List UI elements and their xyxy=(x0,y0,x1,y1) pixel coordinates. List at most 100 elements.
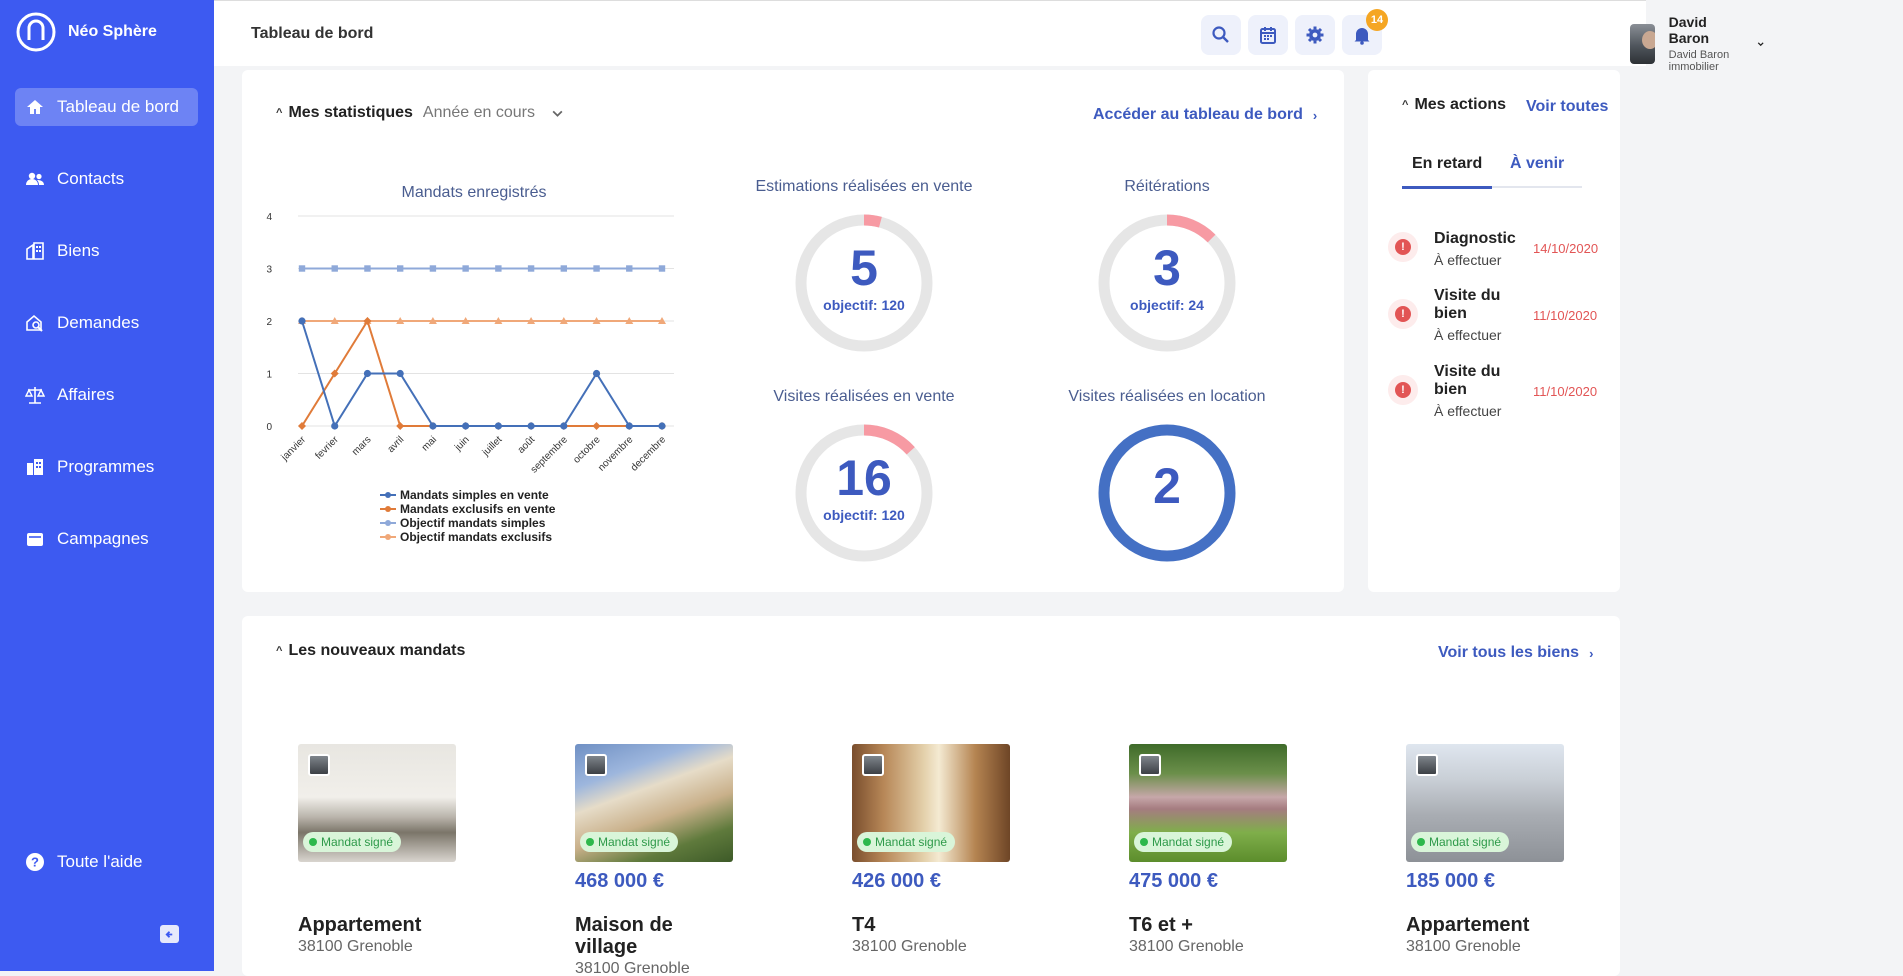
kpi-title: Visites réalisées en vente xyxy=(773,388,955,405)
legend-label: Objectif mandats exclusifs xyxy=(400,530,553,544)
kpi-title: Réitérations xyxy=(1124,178,1210,195)
sidebar-item-contacts[interactable]: Contacts xyxy=(15,160,198,198)
user-name: David Baron xyxy=(1668,14,1710,46)
gear-icon xyxy=(1306,26,1324,44)
user-agency: David Baron immobilier xyxy=(1668,49,1730,73)
calendar-button[interactable] xyxy=(1248,15,1288,55)
property-city: 38100 Grenoble xyxy=(852,938,967,955)
property-card[interactable]: Mandat signé 185 000 € Appartement 38100… xyxy=(1406,744,1626,955)
property-type: Maison de village xyxy=(575,914,673,958)
property-card[interactable]: Mandat signé 475 000 € T6 et + 38100 Gre… xyxy=(1129,744,1349,955)
kpi-gauge[interactable]: 3 objectif: 24 xyxy=(1097,213,1237,353)
logo-icon xyxy=(16,12,56,52)
property-price: 426 000 € xyxy=(852,870,941,892)
property-price: 468 000 € xyxy=(575,870,664,892)
actions-header[interactable]: ^ Mes actions xyxy=(1402,96,1506,114)
home-icon xyxy=(27,100,43,114)
data-point xyxy=(658,422,666,430)
legend-label: Mandats simples en vente xyxy=(400,488,549,502)
data-point xyxy=(592,369,601,378)
agent-avatar xyxy=(1416,754,1438,776)
kpi-value: 16 xyxy=(836,450,892,506)
mandates-header[interactable]: ^ Les nouveaux mandats xyxy=(276,642,465,660)
kpi-value: 2 xyxy=(1153,458,1181,514)
sidebar-item-demandes[interactable]: Demandes xyxy=(15,304,198,342)
x-tick-label: octobre xyxy=(571,434,603,466)
view-all-properties-link[interactable]: Voir tous les biens › xyxy=(1438,644,1593,662)
agent-avatar xyxy=(862,754,884,776)
actions-tabs: En retard À venir xyxy=(1402,154,1582,189)
x-tick-label: avril xyxy=(386,434,407,455)
sidebar-item-dashboard[interactable]: Tableau de bord xyxy=(15,88,198,126)
sidebar-item-programmes[interactable]: Programmes xyxy=(15,448,198,486)
property-type: Appartement xyxy=(1406,914,1530,936)
sidebar-item-biens[interactable]: Biens xyxy=(15,232,198,270)
statistics-header[interactable]: ^ Mes statistiques Année en cours xyxy=(276,104,564,122)
sidebar-item-campagnes[interactable]: Campagnes xyxy=(15,520,198,558)
property-photo: Mandat signé xyxy=(1129,744,1287,862)
data-point xyxy=(331,265,338,272)
user-menu[interactable]: David Baron David Baron immobilier xyxy=(1630,14,1764,73)
kpi-objective: objectif: 120 xyxy=(823,507,905,523)
data-point xyxy=(560,422,568,430)
action-status: À effectuer xyxy=(1434,252,1502,268)
statistics-title: Mes statistiques xyxy=(288,104,413,121)
chart-title: Mandats enregistrés xyxy=(401,184,547,201)
status-badge: Mandat signé xyxy=(303,832,402,852)
notifications-button[interactable]: 14 xyxy=(1342,9,1388,55)
kpi-gauge[interactable]: 5 objectif: 120 xyxy=(794,213,934,353)
legend-item[interactable]: Mandats simples en vente xyxy=(380,488,555,502)
sidebar-item-label: Affaires xyxy=(57,385,115,404)
kpi-gauge[interactable]: 16 objectif: 120 xyxy=(794,423,934,563)
period-select[interactable]: Année en cours xyxy=(423,104,564,122)
collapse-sidebar-button[interactable] xyxy=(160,925,179,943)
data-point xyxy=(364,265,371,272)
property-city: 38100 Grenoble xyxy=(575,960,690,974)
search-button[interactable] xyxy=(1201,15,1241,55)
tab-en-retard[interactable]: En retard xyxy=(1402,154,1493,189)
property-card[interactable]: Mandat signé 426 000 € T4 38100 Grenoble xyxy=(852,744,1072,955)
chart-legend: Mandats simples en vente Mandats exclusif… xyxy=(380,488,555,544)
status-badge: Mandat signé xyxy=(857,832,956,852)
x-tick-label: decembre xyxy=(629,434,669,474)
sidebar-item-affaires[interactable]: Affaires xyxy=(15,376,198,414)
data-point xyxy=(298,265,306,272)
dashboard-link[interactable]: Accéder au tableau de bord › xyxy=(1093,106,1317,124)
property-card[interactable]: Mandat signé 468 000 € Maison de village… xyxy=(575,744,795,974)
notification-badge: 14 xyxy=(1366,9,1388,31)
legend-swatch xyxy=(380,492,396,498)
legend-item[interactable]: Objectif mandats exclusifs xyxy=(380,530,555,544)
status-badge: Mandat signé xyxy=(1134,832,1233,852)
legend-item[interactable]: Objectif mandats simples xyxy=(380,516,555,530)
collapse-icon: ^ xyxy=(1402,99,1409,111)
mandats-chart: Mandats enregistrés 0 1 2 3 4 janvier fevrier m… xyxy=(242,180,682,590)
legend-item[interactable]: Mandats exclusifs en vente xyxy=(380,502,555,516)
period-value: Année en cours xyxy=(422,104,535,121)
tab-a-venir[interactable]: À venir xyxy=(1510,154,1564,188)
legend-label: Mandats exclusifs en vente xyxy=(400,502,556,516)
property-type: T4 xyxy=(852,914,876,936)
kpi-title: Estimations réalisées en vente xyxy=(755,178,973,195)
data-point xyxy=(429,265,437,272)
kpi-objective: objectif: 120 xyxy=(823,297,905,313)
y-tick-label: 1 xyxy=(266,370,272,381)
page-title: Tableau de bord xyxy=(251,25,374,42)
action-date: 14/10/2020 xyxy=(1533,241,1599,256)
calendar-icon xyxy=(1260,27,1276,44)
alert-icon: ! xyxy=(1388,232,1418,262)
property-card[interactable]: Mandat signé Appartement 38100 Grenoble xyxy=(298,744,518,955)
x-tick-label: fevrier xyxy=(313,434,341,462)
legend-swatch xyxy=(380,506,396,512)
property-price: 475 000 € xyxy=(1129,870,1218,892)
arrow-left-icon xyxy=(165,930,173,938)
kpi-gauge[interactable]: 2 xyxy=(1097,423,1237,563)
data-point xyxy=(527,265,535,272)
property-type: T6 et + xyxy=(1129,914,1193,936)
action-date: 11/10/2020 xyxy=(1533,308,1598,323)
settings-button[interactable] xyxy=(1295,15,1335,55)
property-photo: Mandat signé xyxy=(852,744,1010,862)
brand[interactable]: Néo Sphère xyxy=(16,12,157,52)
help-link[interactable]: ? Toute l'aide xyxy=(15,843,142,881)
status-badge: Mandat signé xyxy=(580,832,679,852)
view-all-actions-link[interactable]: Voir toutes xyxy=(1526,98,1608,116)
